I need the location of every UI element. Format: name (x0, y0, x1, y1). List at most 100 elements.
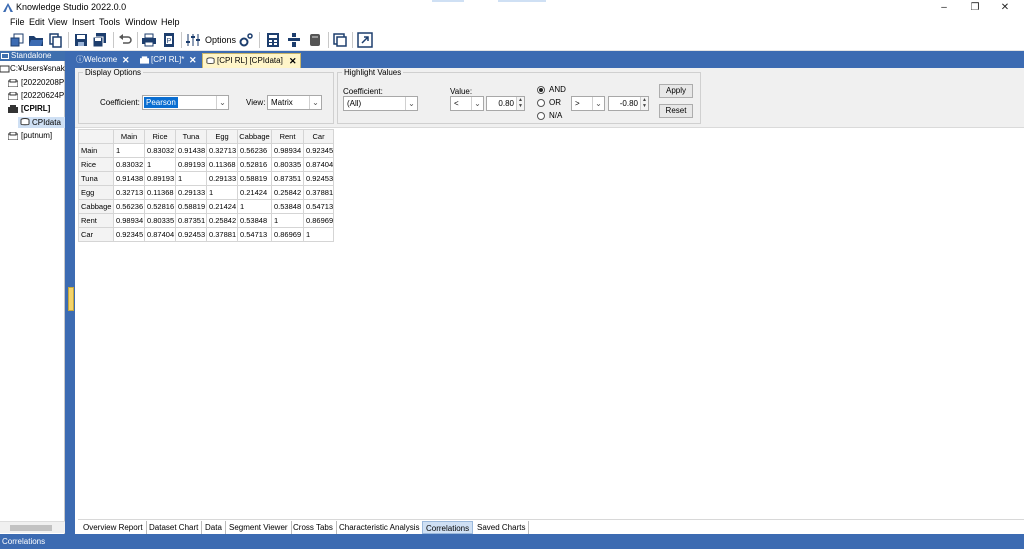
table-cell[interactable]: 0.87404 (144, 227, 176, 242)
table-cell[interactable]: 0.56236 (237, 143, 272, 158)
table-cell[interactable]: 1 (206, 185, 238, 200)
tab-cross-tabs[interactable]: Cross Tabs (290, 521, 337, 534)
menu-tools[interactable]: Tools (99, 17, 120, 27)
table-cell[interactable]: 0.21424 (237, 185, 272, 200)
radio-or[interactable] (537, 99, 545, 107)
row-header[interactable]: Cabbage (78, 199, 114, 214)
table-cell[interactable]: 0.86969 (302, 213, 335, 228)
table-cell[interactable]: 0.58819 (237, 171, 272, 186)
row-header[interactable]: Egg (78, 185, 114, 200)
table-cell[interactable]: 0.89193 (175, 157, 207, 172)
close-window-button[interactable]: ✕ (995, 1, 1015, 15)
menu-file[interactable]: File (10, 17, 25, 27)
export-icon[interactable]: P (161, 32, 177, 48)
table-cell[interactable]: 1 (144, 157, 176, 172)
tab-welcome[interactable]: ⓘ Welcome ✕ (75, 53, 145, 68)
column-header[interactable]: Main (113, 129, 145, 144)
restore-button[interactable]: ❐ (965, 1, 985, 15)
tab-overview-report[interactable]: Overview Report (80, 521, 147, 534)
menu-help[interactable]: Help (161, 17, 180, 27)
table-cell[interactable]: 0.91438 (113, 171, 145, 186)
radio-and[interactable] (537, 86, 545, 94)
row-header[interactable]: Rent (78, 213, 114, 228)
chevron-down-icon[interactable]: ⌄ (471, 97, 483, 110)
column-header[interactable]: Rent (271, 129, 304, 144)
table-cell[interactable]: 0.98934 (271, 143, 304, 158)
tab-segment-viewer[interactable]: Segment Viewer (226, 521, 292, 534)
chevron-down-icon[interactable]: ⌄ (216, 96, 228, 109)
table-cell[interactable]: 0.21424 (206, 199, 238, 214)
table-cell[interactable]: 0.29133 (175, 185, 207, 200)
reset-button[interactable]: Reset (659, 104, 693, 118)
table-cell[interactable]: 0.56236 (113, 199, 145, 214)
table-cell[interactable]: 0.37881 (302, 185, 335, 200)
table-cell[interactable]: 1 (113, 143, 145, 158)
table-cell[interactable]: 0.87351 (271, 171, 304, 186)
tab-data[interactable]: Data (202, 521, 226, 534)
column-header[interactable]: Egg (206, 129, 238, 144)
table-cell[interactable]: 0.89193 (144, 171, 176, 186)
table-cell[interactable]: 1 (271, 213, 304, 228)
table-cell[interactable]: 0.54713 (237, 227, 272, 242)
options-gear-icon[interactable] (238, 32, 254, 48)
save-all-icon[interactable] (92, 32, 108, 48)
table-cell[interactable]: 0.92453 (175, 227, 207, 242)
row-header[interactable]: Main (78, 143, 114, 158)
close-tab-icon[interactable]: ✕ (289, 54, 297, 68)
menu-insert[interactable]: Insert (72, 17, 95, 27)
value-1-spinner[interactable]: ▲ ▼ (516, 97, 524, 110)
apply-button[interactable]: Apply (659, 84, 693, 98)
row-header[interactable]: Car (78, 227, 114, 242)
print-icon[interactable] (141, 32, 157, 48)
table-cell[interactable]: 0.87351 (175, 213, 207, 228)
chevron-down-icon[interactable]: ⌄ (405, 97, 417, 110)
table-cell[interactable]: 0.92345 (302, 143, 335, 158)
table-cell[interactable]: 0.87404 (302, 157, 335, 172)
table-cell[interactable]: 0.86969 (271, 227, 304, 242)
tab-cpirl[interactable]: [CPI RL]* ✕ (137, 53, 207, 68)
table-cell[interactable]: 0.32713 (113, 185, 145, 200)
view-select[interactable]: Matrix ⌄ (267, 95, 322, 110)
column-header[interactable]: Car (302, 129, 335, 144)
table-cell[interactable]: 0.52816 (144, 199, 176, 214)
radio-na[interactable] (537, 112, 545, 120)
operator-1-select[interactable]: < ⌄ (450, 96, 484, 111)
table-cell[interactable]: 1 (237, 199, 272, 214)
minimize-button[interactable]: – (934, 1, 954, 15)
database-icon[interactable] (307, 32, 323, 48)
table-cell[interactable]: 0.58819 (175, 199, 207, 214)
table-cell[interactable]: 0.53848 (237, 213, 272, 228)
column-header[interactable]: Rice (144, 129, 176, 144)
open-folder-icon[interactable] (28, 32, 44, 48)
window-icon[interactable] (332, 32, 348, 48)
operator-2-select[interactable]: > ⌄ (571, 96, 605, 111)
tab-saved-charts[interactable]: Saved Charts (474, 521, 530, 534)
calculator-icon[interactable] (265, 32, 281, 48)
table-cell[interactable]: 1 (302, 227, 335, 242)
table-cell[interactable]: 0.83032 (144, 143, 176, 158)
save-icon[interactable] (73, 32, 89, 48)
tab-dataset-chart[interactable]: Dataset Chart (146, 521, 203, 534)
close-tab-icon[interactable]: ✕ (122, 53, 130, 67)
value-2-spinner[interactable]: ▲ ▼ (640, 97, 648, 110)
table-cell[interactable]: 0.98934 (113, 213, 145, 228)
tab-correlations[interactable]: Correlations (422, 521, 474, 534)
options-label[interactable]: Options (205, 35, 236, 45)
value-1-input[interactable]: 0.80 ▲ ▼ (486, 96, 525, 111)
table-cell[interactable]: 0.25842 (271, 185, 304, 200)
menu-edit[interactable]: Edit (29, 17, 45, 27)
close-tab-icon[interactable]: ✕ (189, 53, 197, 67)
coefficient-select[interactable]: Pearson ⌄ (142, 95, 229, 110)
tree-icon[interactable] (286, 32, 302, 48)
table-cell[interactable]: 0.25842 (206, 213, 238, 228)
table-cell[interactable]: 0.11368 (144, 185, 176, 200)
highlight-coefficient-select[interactable]: (All) ⌄ (343, 96, 418, 111)
row-header[interactable]: Rice (78, 157, 114, 172)
table-cell[interactable]: 1 (175, 171, 207, 186)
copy-icon[interactable] (47, 32, 63, 48)
undo-icon[interactable] (117, 32, 133, 48)
scrollbar-thumb[interactable] (10, 525, 52, 531)
value-2-input[interactable]: -0.80 ▲ ▼ (608, 96, 649, 111)
table-cell[interactable]: 0.80335 (144, 213, 176, 228)
table-cell[interactable]: 0.92453 (302, 171, 335, 186)
